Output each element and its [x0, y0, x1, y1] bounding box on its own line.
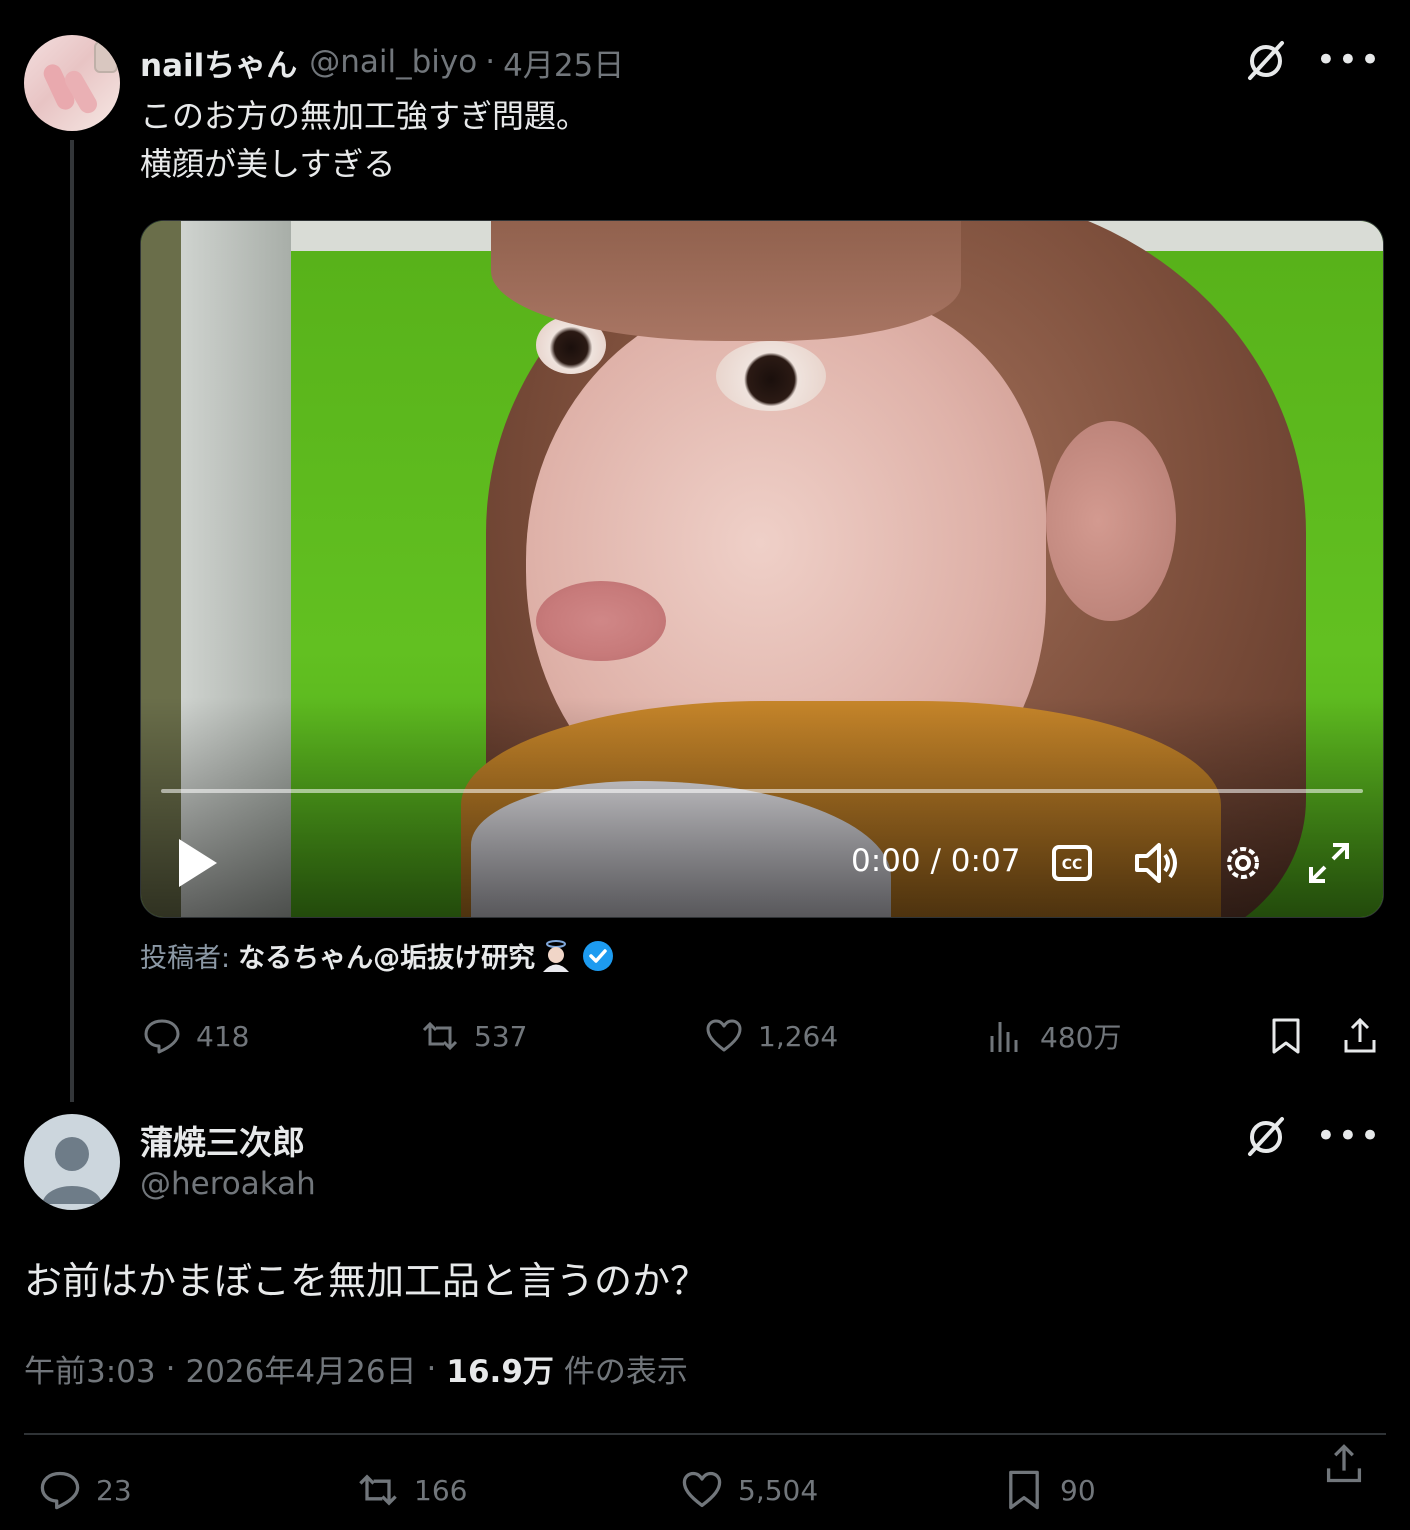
grok-icon[interactable] — [1244, 1114, 1288, 1158]
captions-icon[interactable]: CC — [1046, 837, 1098, 889]
video-duration: 0:07 — [950, 843, 1021, 879]
like-button[interactable]: 1,264 — [704, 1008, 838, 1064]
views-icon — [990, 1022, 1018, 1052]
settings-icon[interactable] — [1217, 837, 1269, 889]
views-button[interactable]: 480万 — [986, 1008, 1121, 1064]
volume-icon[interactable] — [1131, 837, 1183, 889]
video-progress-bar[interactable] — [161, 789, 1363, 793]
display-name[interactable]: 蒲焼三次郎 — [140, 1116, 305, 1164]
like-icon — [706, 1019, 742, 1052]
play-icon[interactable] — [169, 833, 229, 893]
like-count: 5,504 — [738, 1473, 819, 1507]
reply-icon — [144, 1019, 180, 1054]
meta-separator: · — [426, 1350, 437, 1387]
bookmark-icon — [1009, 1470, 1039, 1510]
posted-by-name[interactable]: なるちゃん@垢抜け研究 — [238, 936, 535, 975]
tweet-date[interactable]: 4月25日 — [503, 40, 624, 85]
angel-emoji-icon — [543, 939, 570, 972]
tweet-text: お前はかまぼこを無加工品と言うのか？ — [24, 1259, 709, 1303]
tweet-text-line: このお方の無加工強すぎ問題。 — [140, 97, 589, 135]
views-count: 480万 — [1040, 1021, 1122, 1054]
tweet-text: このお方の無加工強すぎ問題。 横顔が美しすぎる — [140, 92, 588, 188]
share-button[interactable] — [1340, 1008, 1394, 1064]
views-count[interactable]: 16.9万 — [446, 1346, 554, 1391]
bookmark-button[interactable]: 90 — [1002, 1462, 1096, 1518]
retweet-count: 166 — [414, 1473, 468, 1507]
retweet-count: 537 — [474, 1019, 528, 1053]
video-time-separator: / — [930, 843, 941, 879]
verified-badge-icon — [583, 940, 614, 971]
tweet-header: nailちゃん @nail_biyo · 4月25日 — [140, 38, 624, 86]
meta-separator: · — [485, 44, 496, 80]
meta-separator: · — [165, 1350, 176, 1387]
retweet-icon — [359, 1474, 397, 1506]
retweet-icon — [422, 1021, 458, 1051]
tweet-text-line: 横顔が美しすぎる — [140, 145, 396, 183]
reply-count: 418 — [196, 1019, 250, 1053]
reply-icon — [40, 1471, 80, 1510]
reply-button[interactable]: 418 — [142, 1008, 249, 1064]
video-attribution: 投稿者: なるちゃん@垢抜け研究 — [140, 936, 615, 975]
svg-text:CC: CC — [1062, 857, 1083, 873]
reply-button[interactable]: 23 — [38, 1462, 132, 1518]
tweet-actions: 23 166 5,504 90 — [24, 1444, 1386, 1522]
tweet-actions: 418 537 1,264 480万 — [140, 1008, 1390, 1064]
more-icon[interactable]: ••• — [1316, 38, 1382, 82]
thread-connector-line — [70, 140, 74, 1102]
avatar[interactable] — [24, 1114, 120, 1210]
posted-by-label: 投稿者: — [140, 943, 231, 974]
handle[interactable]: @nail_biyo — [309, 44, 477, 80]
bookmark-icon — [1272, 1018, 1300, 1054]
tweet-metadata: 午前3:03 · 2026年4月26日 · 16.9万 件の表示 — [24, 1346, 688, 1391]
divider — [24, 1433, 1386, 1435]
like-button[interactable]: 5,504 — [680, 1462, 818, 1518]
bookmark-button[interactable] — [1266, 1008, 1320, 1064]
reply-count: 23 — [96, 1473, 132, 1507]
tweet-top-actions: ••• — [1244, 1114, 1382, 1158]
tweet-top-actions: ••• — [1244, 38, 1382, 82]
tweet-time[interactable]: 午前3:03 — [24, 1346, 156, 1391]
retweet-button[interactable]: 537 — [420, 1008, 527, 1064]
default-avatar-icon — [42, 1137, 102, 1204]
like-count: 1,264 — [758, 1019, 839, 1053]
video-time: 0:00 / 0:07 — [851, 843, 1020, 879]
fullscreen-icon[interactable] — [1303, 837, 1355, 889]
video-player[interactable]: 0:00 / 0:07 CC — [140, 220, 1384, 918]
retweet-button[interactable]: 166 — [356, 1462, 467, 1518]
bookmark-count: 90 — [1060, 1473, 1096, 1507]
more-icon[interactable]: ••• — [1316, 1114, 1382, 1158]
views-label: 件の表示 — [563, 1354, 688, 1390]
share-icon — [1326, 1444, 1362, 1483]
like-icon — [682, 1471, 722, 1508]
share-icon — [1344, 1017, 1376, 1053]
tweet-date[interactable]: 2026年4月26日 — [185, 1346, 416, 1391]
grok-icon[interactable] — [1244, 38, 1288, 82]
avatar[interactable] — [24, 35, 120, 131]
handle[interactable]: @heroakah — [140, 1166, 316, 1202]
display-name[interactable]: nailちゃん — [140, 40, 297, 85]
video-current-time: 0:00 — [851, 843, 921, 879]
share-button[interactable] — [1322, 1436, 1380, 1492]
